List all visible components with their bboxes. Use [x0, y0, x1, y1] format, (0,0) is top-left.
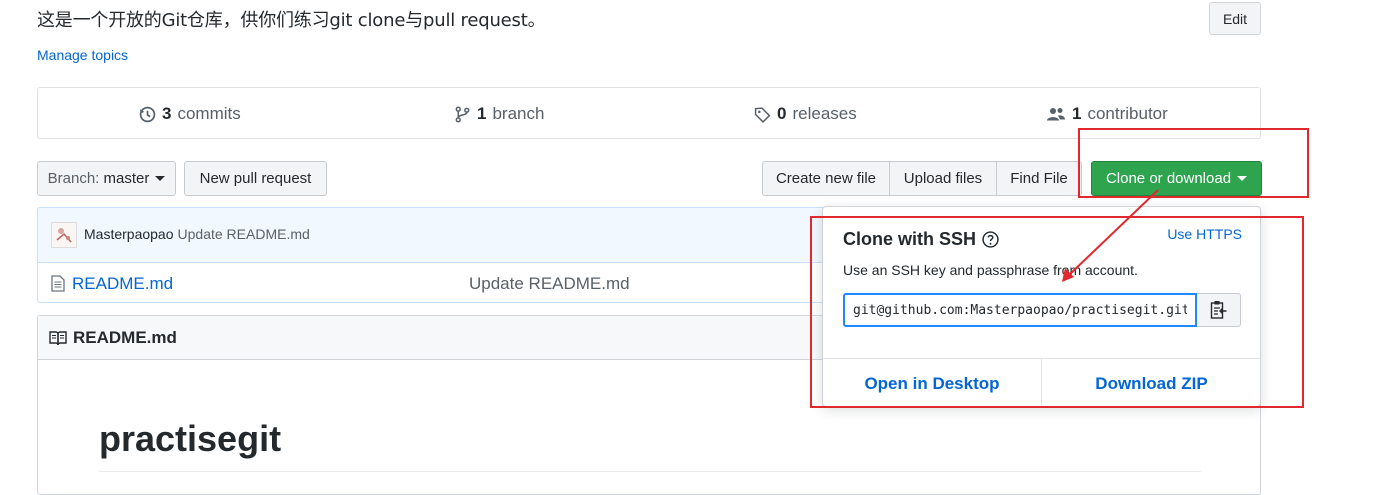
clone-ssh-description: Use an SSH key and passphrase from accou…: [843, 262, 1138, 278]
contributor-stat[interactable]: 1 contributor: [1046, 88, 1168, 140]
question-icon[interactable]: [982, 231, 999, 248]
contributor-count: 1: [1072, 104, 1082, 123]
caret-down-icon: [1237, 176, 1248, 181]
divider: [99, 471, 1201, 472]
branch-select-button[interactable]: Branch: master: [37, 161, 176, 196]
commit-author[interactable]: Masterpaopao: [84, 226, 174, 242]
clone-or-download-button[interactable]: Clone or download: [1091, 161, 1262, 196]
releases-label: releases: [792, 104, 857, 123]
readme-title: README.md: [73, 328, 177, 347]
branch-stat[interactable]: 1 branch: [454, 88, 544, 140]
book-icon: [49, 331, 67, 346]
history-icon: [139, 106, 156, 122]
ssh-url-input[interactable]: [843, 293, 1197, 327]
commits-count: 3: [162, 104, 172, 123]
releases-count: 0: [777, 104, 787, 123]
find-file-button[interactable]: Find File: [996, 161, 1082, 196]
download-zip-button[interactable]: Download ZIP: [1042, 359, 1261, 408]
commit-message[interactable]: Update README.md: [178, 226, 310, 242]
branch-prefix: Branch:: [47, 170, 100, 187]
repo-summary-bar: 3 commits 1 branch 0 releases 1 contribu…: [37, 87, 1261, 139]
clone-button-label: Clone or download: [1105, 170, 1232, 187]
readme-heading: practisegit: [99, 418, 282, 459]
use-https-link[interactable]: Use HTTPS: [1167, 226, 1242, 242]
manage-topics-link[interactable]: Manage topics: [37, 47, 128, 63]
releases-stat[interactable]: 0 releases: [754, 88, 857, 140]
commit-info: Masterpaopao Update README.md: [84, 226, 310, 242]
branch-label: branch: [492, 104, 545, 123]
people-icon: [1047, 107, 1065, 120]
avatar[interactable]: [51, 222, 77, 248]
new-pull-request-button[interactable]: New pull request: [184, 161, 327, 196]
contributor-label: contributor: [1087, 104, 1168, 123]
copy-url-button[interactable]: [1197, 293, 1241, 327]
clipboard-icon: [1210, 301, 1226, 319]
clone-dropdown-title: Clone with SSH: [843, 229, 999, 250]
clone-ssh-title: Clone with SSH: [843, 229, 977, 249]
clone-dropdown: Clone with SSH Use HTTPS Use an SSH key …: [822, 206, 1261, 408]
branch-icon: [455, 106, 470, 122]
upload-files-button[interactable]: Upload files: [889, 161, 997, 196]
clone-dropdown-footer: Open in Desktop Download ZIP: [823, 358, 1260, 408]
tag-icon: [754, 106, 771, 123]
create-new-file-button[interactable]: Create new file: [762, 161, 890, 196]
edit-button[interactable]: Edit: [1209, 2, 1261, 35]
branch-count: 1: [477, 104, 487, 123]
commits-label: commits: [177, 104, 241, 123]
file-name-link[interactable]: README.md: [72, 274, 173, 294]
caret-down-icon: [155, 176, 166, 181]
open-in-desktop-button[interactable]: Open in Desktop: [823, 359, 1042, 408]
file-commit-message[interactable]: Update README.md: [469, 274, 630, 294]
commits-stat[interactable]: 3 commits: [139, 88, 241, 140]
repo-description: 这是一个开放的Git仓库，供你们练习git clone与pull request…: [37, 10, 546, 31]
branch-name: master: [103, 170, 150, 187]
file-icon: [51, 275, 65, 292]
